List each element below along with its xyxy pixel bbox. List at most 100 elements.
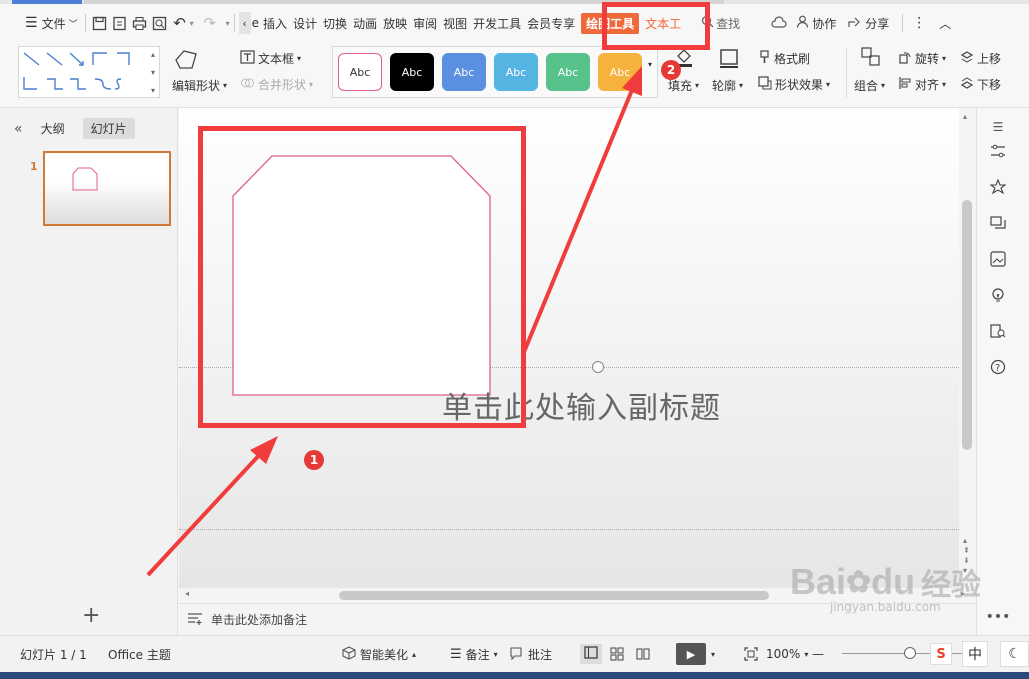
rotate-button[interactable]: 旋转 ▾ (898, 50, 946, 67)
star-animation-icon[interactable] (987, 176, 1009, 198)
edit-shape-button[interactable]: 编辑形状 ▾ (172, 77, 227, 94)
help-icon[interactable]: ? (987, 356, 1009, 378)
slide-number: 1 (30, 160, 38, 173)
transition-icon[interactable] (987, 212, 1009, 234)
slide-thumbnail[interactable] (43, 151, 171, 226)
chevron-down-icon: ▾ (309, 80, 314, 89)
slide-sorter-icon[interactable] (610, 647, 624, 661)
merge-shape-icon (240, 76, 255, 93)
collapse-ribbon-icon[interactable]: ︿ (935, 13, 955, 33)
slide-thumbnail-pane: « 大纲 幻灯片 1 + (0, 108, 178, 635)
ime-mode-indicator[interactable]: 中 (962, 641, 988, 667)
chevron-down-icon: ▾ (695, 81, 700, 90)
redo-icon[interactable]: ↷ (200, 13, 220, 33)
scrollbar-thumb[interactable] (339, 591, 769, 600)
play-slideshow-button[interactable]: ▶ (676, 643, 706, 665)
reader-icon[interactable] (987, 320, 1009, 342)
cloud-sync-icon[interactable] (769, 13, 789, 33)
tab-slides[interactable]: 幻灯片 (82, 118, 135, 139)
shape-style-option[interactable]: Abc (598, 53, 642, 91)
moon-icon[interactable]: ☾ (1000, 641, 1029, 667)
tab-member[interactable]: 会员专享 (524, 4, 578, 42)
chevron-down-icon[interactable]: ▾ (226, 19, 230, 28)
more-options-icon[interactable]: ••• (986, 606, 1011, 628)
status-bar: 幻灯片 1 / 1 Office 主题 智能美化 ▴ ☰ 备注 ▾ 批注 ▶ ▾… (0, 635, 1029, 672)
zoom-slider-handle[interactable] (904, 647, 916, 659)
chevron-down-icon: ▾ (942, 80, 947, 89)
tab-view[interactable]: 视图 (440, 4, 470, 42)
properties-icon[interactable] (987, 140, 1009, 162)
scrollbar-thumb[interactable] (962, 200, 972, 450)
collaborate-button[interactable]: 协作 (793, 4, 839, 42)
tab-review[interactable]: 审阅 (410, 4, 440, 42)
cube-icon (342, 645, 356, 663)
file-menu[interactable]: ☰ 文件 ﹀ (22, 4, 81, 42)
watermark-brand-cn: 经验 (921, 569, 982, 602)
chevron-down-icon: ▾ (804, 649, 809, 659)
normal-view-icon (584, 646, 598, 662)
vertical-scrollbar[interactable]: ▴ ▴ ⇞ ⇟ ▾ (959, 108, 976, 588)
comment-button[interactable]: 批注 (510, 646, 552, 663)
notes-toggle-button[interactable]: ☰ 备注 ▾ (450, 646, 498, 663)
menu-lines-icon[interactable]: ☰ (987, 116, 1009, 138)
textbox-button[interactable]: 文本框 ▾ (240, 50, 301, 67)
tab-outline[interactable]: 大纲 (33, 118, 73, 139)
chevron-down-icon: ▾ (942, 54, 947, 63)
shape-gallery[interactable]: ▴ ▾ ▾ (18, 46, 160, 98)
tab-developer[interactable]: 开发工具 (470, 4, 524, 42)
shape-style-option[interactable]: Abc (494, 53, 538, 91)
share-button[interactable]: 分享 (845, 4, 892, 42)
add-slide-button[interactable]: + (82, 603, 100, 628)
chevron-down-icon[interactable]: ▾ (711, 650, 715, 659)
merge-shape-button[interactable]: 合并形状 ▾ (240, 76, 313, 93)
tab-design[interactable]: 设计 (290, 4, 320, 42)
outline-icon[interactable] (718, 47, 740, 69)
export-pdf-icon[interactable] (110, 13, 130, 33)
group-icon[interactable] (860, 46, 882, 68)
watermark-brand: Bai (790, 561, 847, 602)
move-down-button[interactable]: 下移 (960, 76, 1001, 93)
print-preview-icon[interactable] (150, 13, 170, 33)
annotation-badge-2: 2 (661, 60, 681, 80)
save-icon[interactable] (90, 13, 110, 33)
move-up-button[interactable]: 上移 (960, 50, 1001, 67)
tab-transition[interactable]: 切换 (320, 4, 350, 42)
print-icon[interactable] (130, 13, 150, 33)
shape-style-option[interactable]: Abc (546, 53, 590, 91)
lightbulb-icon[interactable] (987, 284, 1009, 306)
rotation-handle[interactable] (592, 361, 604, 373)
align-button[interactable]: 对齐 ▾ (898, 76, 946, 93)
undo-icon[interactable]: ↶ (170, 13, 190, 33)
zoom-level[interactable]: 100% ▾ (766, 647, 808, 661)
chevron-down-icon[interactable]: ▾ (190, 19, 194, 28)
paw-icon: ✿ (846, 565, 872, 599)
collapse-pane-icon[interactable]: « (14, 121, 23, 137)
tab-insert[interactable]: 插入 (260, 4, 290, 42)
image-tools-icon[interactable] (987, 248, 1009, 270)
shape-style-option[interactable]: Abc (390, 53, 434, 91)
chevron-down-icon: ▾ (493, 649, 498, 659)
file-menu-label: 文件 (41, 16, 66, 31)
scroll-up-icon[interactable]: ▴ (963, 112, 967, 121)
tab-animation[interactable]: 动画 (350, 4, 380, 42)
right-task-pane: ☰ ? ••• (976, 108, 1029, 635)
shape-style-option[interactable]: Abc (442, 53, 486, 91)
fit-window-icon[interactable] (744, 647, 758, 661)
format-painter-button[interactable]: 格式刷 (758, 50, 810, 67)
scroll-tabs-left-icon[interactable]: ‹ (238, 12, 251, 34)
more-icon[interactable]: ⋮ (909, 13, 929, 33)
tab-slideshow[interactable]: 放映 (380, 4, 410, 42)
group-button[interactable]: 组合 ▾ (854, 77, 885, 94)
edit-shape-icon[interactable] (172, 48, 200, 72)
shape-effect-button[interactable]: 形状效果 ▾ (758, 76, 830, 93)
outline-button[interactable]: 轮廓 ▾ (712, 77, 743, 94)
notes-icon (187, 612, 203, 628)
reading-view-icon[interactable] (636, 647, 650, 661)
normal-view-button[interactable] (580, 644, 602, 664)
scroll-left-icon[interactable]: ◂ (185, 589, 189, 598)
style-gallery-expand-icon[interactable]: ▾ (648, 60, 652, 69)
zoom-out-icon[interactable]: — (812, 647, 824, 661)
shape-style-option[interactable]: Abc (338, 53, 382, 91)
smart-beautify-button[interactable]: 智能美化 ▴ (342, 645, 416, 663)
sogou-ime-icon[interactable]: S (930, 643, 952, 665)
